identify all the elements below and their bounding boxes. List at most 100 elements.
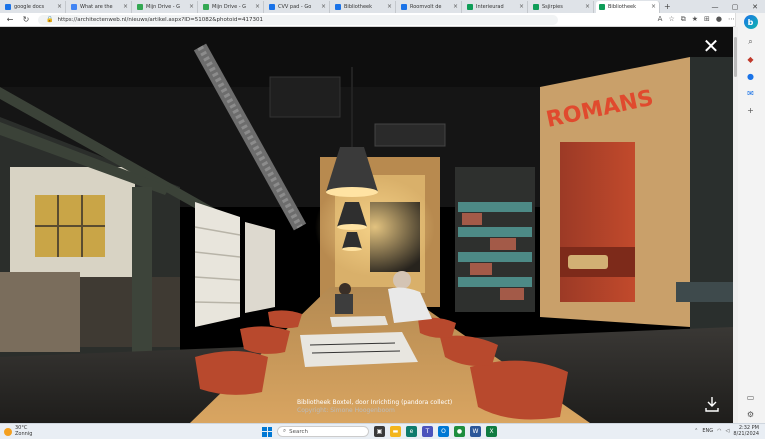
- favorite-star-icon[interactable]: ☆: [668, 15, 674, 24]
- scrollbar-thumb[interactable]: [734, 37, 737, 77]
- browser-tab[interactable]: Bibliotheek ×: [596, 0, 660, 13]
- tab-favicon-icon: [467, 3, 473, 10]
- tab-label: Ssjirpies: [542, 3, 563, 10]
- teams-icon[interactable]: T: [422, 426, 433, 437]
- tab-label: Interieurad: [476, 3, 504, 10]
- page-scrollbar[interactable]: [733, 27, 738, 423]
- outlook-icon[interactable]: O: [438, 426, 449, 437]
- bing-copilot-icon[interactable]: b: [743, 15, 758, 29]
- tab-close-icon[interactable]: ×: [255, 3, 260, 10]
- caption-title: Bibliotheek Boxtel, door Inrichting (pan…: [297, 399, 453, 406]
- search-placeholder: Search: [289, 428, 308, 435]
- tab-favicon-icon: [599, 3, 605, 10]
- favorites-icon[interactable]: ★: [692, 15, 698, 24]
- collections-icon[interactable]: ⊞: [704, 15, 710, 24]
- tab-favicon-icon: [269, 3, 275, 10]
- tray-chevron-icon[interactable]: ⌃: [694, 428, 698, 434]
- tab-favicon-icon: [335, 3, 341, 10]
- edge-sidebar: b ⌕ ◆ ● ✉ + ▭ ⚙: [735, 13, 765, 423]
- back-button[interactable]: ←: [4, 14, 16, 26]
- browser-tab[interactable]: google docs ×: [2, 0, 66, 13]
- taskbar-center: ⌕ Search ▣ ▬ e T O ● W X: [262, 426, 497, 437]
- browser-tab[interactable]: Ssjirpies ×: [530, 0, 594, 13]
- minimize-button[interactable]: —: [705, 0, 725, 13]
- tab-close-icon[interactable]: ×: [651, 3, 656, 10]
- more-menu-icon[interactable]: ⋯: [728, 15, 735, 24]
- tab-close-icon[interactable]: ×: [387, 3, 392, 10]
- tab-label: Mijn Drive - G: [212, 3, 247, 10]
- file-explorer-icon[interactable]: ▬: [390, 426, 401, 437]
- tab-favicon-icon: [5, 3, 11, 10]
- read-aloud-icon[interactable]: A: [658, 15, 663, 24]
- tab-favicon-icon: [401, 3, 407, 10]
- sidebar-hide-icon[interactable]: ▭: [747, 393, 755, 402]
- clock[interactable]: 2:32 PM 8/21/2024: [733, 425, 759, 437]
- browser-tab[interactable]: Mijn Drive - G ×: [200, 0, 264, 13]
- clock-date: 8/21/2024: [733, 431, 759, 437]
- photo-caption: Bibliotheek Boxtel, door Inrichting (pan…: [297, 399, 452, 415]
- sidebar-shopping-icon[interactable]: ◆: [747, 55, 753, 64]
- refresh-button[interactable]: ↻: [20, 14, 32, 26]
- browser-tab[interactable]: Roomvolt de ×: [398, 0, 462, 13]
- url-field[interactable]: 🔒 https://architectenweb.nl/nieuws/artik…: [38, 14, 558, 25]
- tab-label: Roomvolt de: [410, 3, 442, 10]
- tab-close-icon[interactable]: ×: [519, 3, 524, 10]
- browser-tab[interactable]: Bibliotheek ×: [332, 0, 396, 13]
- sidebar-tools-icon[interactable]: ●: [747, 72, 754, 81]
- profile-icon[interactable]: ●: [716, 15, 722, 24]
- tab-label: Bibliotheek: [344, 3, 373, 10]
- wifi-icon[interactable]: ◠: [717, 428, 721, 434]
- tab-close-icon[interactable]: ×: [57, 3, 62, 10]
- tab-close-icon[interactable]: ×: [585, 3, 590, 10]
- weather-widget[interactable]: 30°C Zonnig: [4, 425, 33, 437]
- caption-credit: Copyright: Simone Hoogenboom: [297, 407, 395, 414]
- browser-tab[interactable]: Interieurad ×: [464, 0, 528, 13]
- language-indicator[interactable]: ENG: [702, 428, 713, 434]
- browser-tab[interactable]: Mijn Drive - G ×: [134, 0, 198, 13]
- volume-icon[interactable]: ◁: [726, 428, 730, 434]
- library-photo: ROMANS: [0, 27, 733, 423]
- tab-label: Mijn Drive - G: [146, 3, 181, 10]
- windows-taskbar: 30°C Zonnig ⌕ Search ▣ ▬ e T O ● W X ⌃ E…: [0, 423, 765, 439]
- sidebar-settings-icon[interactable]: ⚙: [747, 410, 754, 419]
- tab-favicon-icon: [203, 3, 209, 10]
- tab-close-icon[interactable]: ×: [321, 3, 326, 10]
- excel-icon[interactable]: X: [486, 426, 497, 437]
- tab-close-icon[interactable]: ×: [189, 3, 194, 10]
- chrome-icon[interactable]: ●: [454, 426, 465, 437]
- search-icon: ⌕: [283, 428, 287, 434]
- tab-favicon-icon: [71, 3, 77, 10]
- photo-viewer: ROMANS ✕ Bibliotheek Boxtel, door Inrich…: [0, 27, 733, 423]
- new-tab-button[interactable]: +: [664, 2, 671, 11]
- tab-label: google docs: [14, 3, 45, 10]
- sidebar-outlook-icon[interactable]: ✉: [747, 89, 754, 98]
- weather-desc: Zonnig: [15, 430, 33, 437]
- tab-close-icon[interactable]: ×: [123, 3, 128, 10]
- browser-tab-strip: google docs × What are the × Mijn Drive - G ×…: [0, 0, 765, 13]
- maximize-button[interactable]: ▢: [725, 0, 745, 13]
- edge-icon[interactable]: e: [406, 426, 417, 437]
- tab-label: Bibliotheek: [608, 3, 637, 10]
- browser-tab[interactable]: What are the ×: [68, 0, 132, 13]
- tab-favicon-icon: [533, 3, 539, 10]
- browser-tab[interactable]: CVV pad - Go ×: [266, 0, 330, 13]
- close-window-button[interactable]: ✕: [745, 0, 765, 13]
- tab-favicon-icon: [137, 3, 143, 10]
- lock-icon: 🔒: [46, 16, 54, 23]
- address-bar-actions: A ☆ ⧉ ★ ⊞ ● ⋯: [658, 15, 735, 24]
- word-icon[interactable]: W: [470, 426, 481, 437]
- taskbar-search[interactable]: ⌕ Search: [277, 426, 369, 437]
- tab-label: What are the: [80, 3, 113, 10]
- tab-list: google docs × What are the × Mijn Drive - G ×…: [0, 0, 660, 13]
- address-bar: ← ↻ 🔒 https://architectenweb.nl/nieuws/a…: [0, 13, 765, 27]
- download-icon[interactable]: [703, 395, 721, 413]
- tab-close-icon[interactable]: ×: [453, 3, 458, 10]
- start-button[interactable]: [262, 426, 272, 437]
- split-screen-icon[interactable]: ⧉: [681, 15, 686, 24]
- sidebar-search-icon[interactable]: ⌕: [748, 37, 752, 47]
- close-viewer-button[interactable]: ✕: [701, 36, 721, 57]
- system-tray: ⌃ ENG ◠ ◁ 2:32 PM 8/21/2024: [694, 425, 759, 437]
- url-text: https://architectenweb.nl/nieuws/artikel…: [57, 16, 264, 23]
- task-view-icon[interactable]: ▣: [374, 426, 385, 437]
- sidebar-add-icon[interactable]: +: [747, 106, 754, 115]
